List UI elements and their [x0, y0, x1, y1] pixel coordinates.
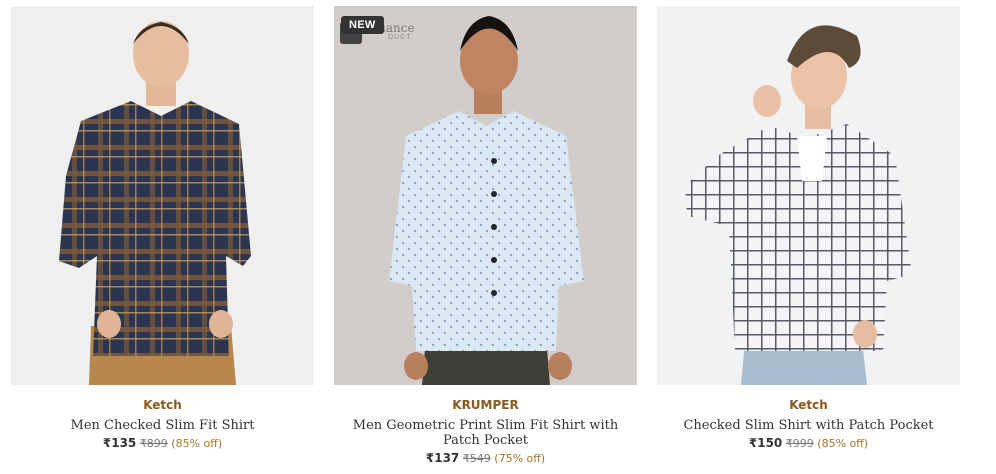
- current-price: ₹137: [425, 451, 460, 465]
- product-card[interactable]: iance DUCT NEW KRUMPER Men Geometric Pri…: [334, 6, 637, 466]
- original-price: ₹899: [139, 437, 168, 450]
- shirt-photo-icon: [11, 6, 314, 385]
- product-card[interactable]: Ketch Men Checked Slim Fit Shirt ₹135 ₹8…: [11, 6, 314, 451]
- price-row: ₹150 ₹999 (85% off): [657, 436, 960, 451]
- discount-label: (75% off): [494, 452, 546, 465]
- price-row: ₹137 ₹549 (75% off): [334, 451, 637, 466]
- shirt-photo-icon: [657, 6, 960, 385]
- product-name[interactable]: Checked Slim Shirt with Patch Pocket: [657, 418, 960, 433]
- discount-label: (85% off): [171, 437, 223, 450]
- new-badge: NEW: [341, 16, 384, 34]
- watermark-subtext: DUCT: [388, 34, 412, 41]
- discount-label: (85% off): [817, 437, 869, 450]
- product-card[interactable]: Ketch Checked Slim Shirt with Patch Pock…: [657, 6, 960, 451]
- original-price: ₹999: [785, 437, 814, 450]
- price-row: ₹135 ₹899 (85% off): [11, 436, 314, 451]
- product-brand[interactable]: KRUMPER: [334, 398, 637, 412]
- current-price: ₹135: [102, 436, 137, 450]
- watermark-text: iance: [382, 21, 415, 35]
- original-price: ₹549: [462, 452, 491, 465]
- current-price: ₹150: [748, 436, 783, 450]
- product-image[interactable]: iance DUCT NEW: [334, 6, 637, 385]
- product-image[interactable]: [657, 6, 960, 385]
- product-name[interactable]: Men Geometric Print Slim Fit Shirt with …: [334, 418, 637, 448]
- product-name[interactable]: Men Checked Slim Fit Shirt: [11, 418, 314, 433]
- product-brand[interactable]: Ketch: [11, 398, 314, 412]
- product-brand[interactable]: Ketch: [657, 398, 960, 412]
- shirt-photo-icon: [334, 6, 637, 385]
- product-image[interactable]: [11, 6, 314, 385]
